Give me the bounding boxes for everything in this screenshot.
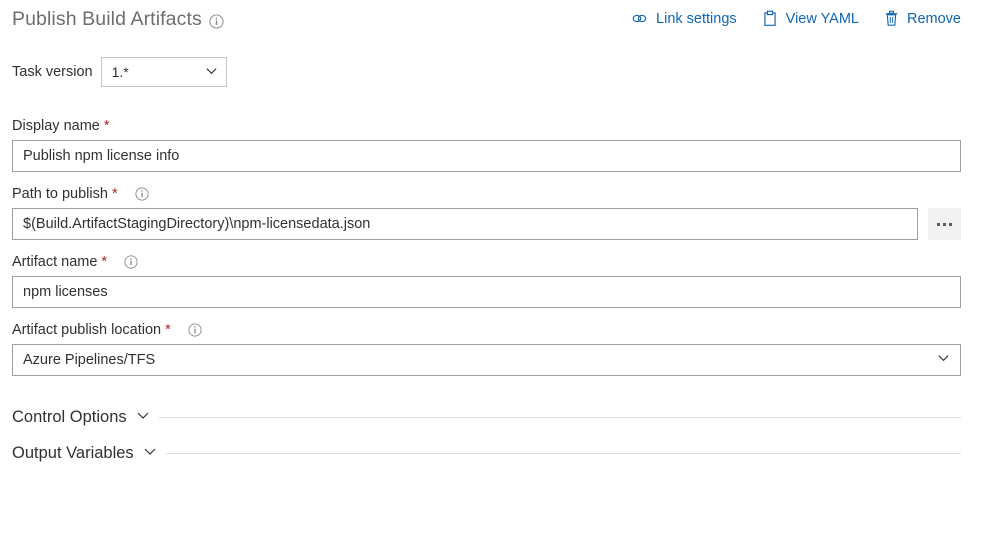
required-asterisk: * xyxy=(165,322,171,338)
chain-link-icon xyxy=(631,10,648,27)
remove-button[interactable]: Remove xyxy=(884,10,961,27)
chevron-down-icon xyxy=(205,64,218,80)
section-output-variables[interactable]: Output Variables xyxy=(12,444,961,463)
info-icon[interactable] xyxy=(124,255,138,269)
task-toolbar: Link settings View YAML Remove xyxy=(631,0,961,27)
artifact-publish-location-label: Artifact publish location xyxy=(12,322,162,338)
ellipsis-icon xyxy=(943,222,946,226)
control-options-title: Control Options xyxy=(12,408,127,426)
link-settings-label: Link settings xyxy=(656,10,737,27)
task-form: Display name * Path to publish * xyxy=(0,87,987,376)
task-header: Publish Build Artifacts Link settings Vi… xyxy=(0,0,987,44)
collapsible-sections: Control Options Output Variables xyxy=(0,389,987,463)
artifact-publish-location-select[interactable]: Azure Pipelines/TFS xyxy=(12,344,961,376)
section-divider xyxy=(158,417,961,418)
page-title-group: Publish Build Artifacts xyxy=(12,0,224,31)
clipboard-icon xyxy=(762,10,778,27)
artifact-name-label: Artifact name xyxy=(12,254,98,270)
page-title: Publish Build Artifacts xyxy=(12,8,202,30)
field-artifact-name: Artifact name * xyxy=(12,253,961,308)
chevron-down-icon xyxy=(143,444,157,463)
output-variables-title: Output Variables xyxy=(12,444,134,462)
browse-button[interactable] xyxy=(928,208,961,240)
ellipsis-icon xyxy=(937,222,940,226)
task-version-row: Task version 1.* xyxy=(0,44,987,87)
trash-icon xyxy=(884,10,899,27)
artifact-name-label-row: Artifact name * xyxy=(12,253,961,271)
task-version-value: 1.* xyxy=(111,64,129,80)
view-yaml-label: View YAML xyxy=(785,10,859,27)
task-version-label: Task version xyxy=(12,64,93,80)
info-icon[interactable] xyxy=(209,13,224,29)
artifact-name-input[interactable] xyxy=(12,276,961,308)
info-icon[interactable] xyxy=(188,323,202,337)
task-version-select[interactable]: 1.* xyxy=(100,57,227,87)
field-display-name: Display name * xyxy=(12,117,961,172)
display-name-input[interactable] xyxy=(12,140,961,172)
view-yaml-button[interactable]: View YAML xyxy=(762,10,859,27)
section-divider xyxy=(165,453,961,454)
required-asterisk: * xyxy=(111,186,118,202)
artifact-publish-location-label-row: Artifact publish location * xyxy=(12,321,961,339)
required-asterisk: * xyxy=(101,254,108,270)
artifact-name-input-row xyxy=(12,276,961,308)
field-artifact-publish-location: Artifact publish location * Azure Pipeli… xyxy=(12,321,961,376)
path-to-publish-label: Path to publish xyxy=(12,186,108,202)
section-control-options[interactable]: Control Options xyxy=(12,408,961,427)
artifact-publish-location-select-wrap: Azure Pipelines/TFS xyxy=(12,344,961,376)
remove-label: Remove xyxy=(907,10,961,27)
path-to-publish-input[interactable] xyxy=(12,208,918,240)
display-name-label: Display name xyxy=(12,118,100,134)
link-settings-button[interactable]: Link settings xyxy=(631,10,737,27)
display-name-input-row xyxy=(12,140,961,172)
required-asterisk: * xyxy=(103,118,110,134)
chevron-down-icon xyxy=(136,408,150,427)
ellipsis-icon xyxy=(949,222,952,226)
display-name-label-row: Display name * xyxy=(12,117,961,135)
field-path-to-publish: Path to publish * xyxy=(12,185,961,240)
path-to-publish-input-row xyxy=(12,208,961,240)
artifact-publish-location-value: Azure Pipelines/TFS xyxy=(23,352,156,368)
info-icon[interactable] xyxy=(135,187,149,201)
path-to-publish-label-row: Path to publish * xyxy=(12,185,961,203)
